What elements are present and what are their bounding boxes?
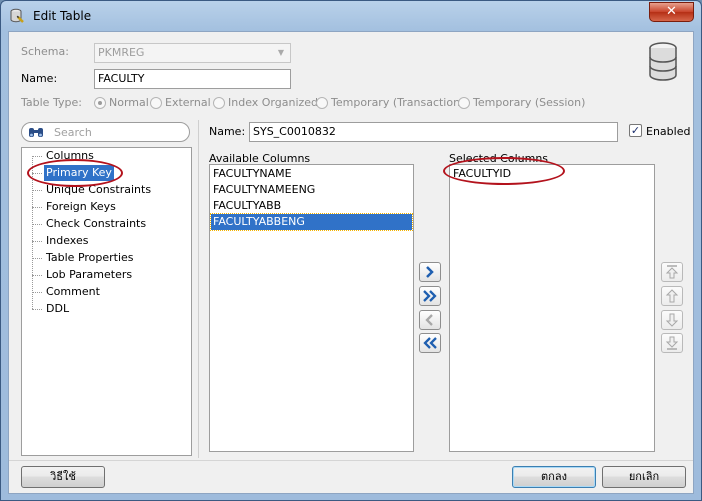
tree-connector — [32, 258, 42, 259]
available-columns-list[interactable]: FACULTYNAME FACULTYNAMEENG FACULTYABB FA… — [209, 164, 414, 452]
list-item-selected[interactable]: FACULTYABBENG — [210, 213, 413, 231]
nav-item-foreign-keys[interactable]: Foreign Keys — [44, 199, 118, 215]
list-item[interactable]: FACULTYABB — [211, 198, 412, 214]
enabled-checkbox[interactable]: ✓ — [629, 124, 642, 137]
radio-external[interactable]: External — [150, 96, 211, 109]
move-left-icon — [425, 314, 433, 326]
table-name-input[interactable]: FACULTY — [94, 69, 291, 89]
move-down-button[interactable] — [661, 310, 683, 330]
annotation-ellipse-selected-columns — [443, 157, 565, 185]
nav-item-comment[interactable]: Comment — [44, 284, 102, 300]
tree-connector — [32, 224, 42, 225]
tree-connector — [32, 190, 42, 191]
nav-item-ddl[interactable]: DDL — [44, 301, 71, 317]
annotation-ellipse-primary-key — [27, 159, 123, 187]
move-right-button[interactable] — [419, 262, 441, 282]
move-bottom-icon — [665, 336, 679, 350]
radio-label: Index Organized — [228, 96, 319, 109]
list-item[interactable]: FACULTYNAMEENG — [211, 182, 412, 198]
schema-value: PKMREG — [98, 46, 145, 59]
checkmark-icon: ✓ — [630, 124, 641, 137]
move-down-icon — [665, 313, 679, 327]
move-all-right-icon — [423, 290, 437, 302]
radio-dot — [316, 96, 328, 109]
edit-table-window: Edit Table ✕ Schema: PKMREG ▼ Name: FACU… — [0, 0, 702, 501]
database-icon — [649, 42, 677, 81]
panel-divider — [198, 120, 199, 458]
table-name-value: FACULTY — [98, 72, 145, 85]
close-button[interactable]: ✕ — [649, 2, 694, 22]
table-edit-icon — [10, 8, 24, 23]
radio-temporary-session[interactable]: Temporary (Session) — [458, 96, 585, 109]
help-button[interactable]: วิธีใช้ — [21, 466, 105, 488]
pk-name-input[interactable]: SYS_C0010832 — [249, 122, 618, 142]
nav-item-lob-parameters[interactable]: Lob Parameters — [44, 267, 134, 283]
radio-temporary-transaction[interactable]: Temporary (Transaction) — [316, 96, 464, 109]
ok-button[interactable]: ตกลง — [512, 466, 596, 488]
move-up-button[interactable] — [661, 286, 683, 306]
move-right-icon — [426, 266, 434, 278]
move-all-left-icon — [423, 337, 437, 349]
radio-label: External — [165, 96, 211, 109]
binoculars-icon — [29, 128, 43, 137]
tree-connector — [32, 156, 42, 157]
move-top-button[interactable] — [661, 262, 683, 282]
search-box[interactable] — [21, 122, 190, 142]
move-top-icon — [665, 265, 679, 279]
move-up-icon — [665, 289, 679, 303]
radio-dot — [150, 96, 162, 109]
selected-columns-list[interactable]: FACULTYID — [449, 164, 655, 452]
search-input[interactable] — [54, 125, 184, 139]
radio-dot-selected — [94, 96, 106, 109]
radio-label: Temporary (Session) — [473, 96, 586, 109]
chevron-down-icon: ▼ — [277, 48, 285, 57]
tree-connector — [32, 275, 42, 276]
pk-name-value: SYS_C0010832 — [253, 125, 336, 138]
window-title: Edit Table — [33, 9, 92, 23]
move-all-right-button[interactable] — [419, 286, 441, 306]
pk-name-label: Name: — [209, 125, 246, 138]
table-name-label: Name: — [21, 72, 58, 85]
footer-separator — [9, 460, 693, 461]
nav-item-table-properties[interactable]: Table Properties — [44, 250, 136, 266]
list-item[interactable]: FACULTYNAME — [211, 166, 412, 182]
dialog-body: Schema: PKMREG ▼ Name: FACULTY Table Typ… — [8, 31, 694, 494]
radio-label: Normal — [109, 96, 149, 109]
radio-index-organized[interactable]: Index Organized — [213, 96, 318, 109]
move-bottom-button[interactable] — [661, 333, 683, 353]
tree-connector — [32, 241, 42, 242]
tree-connector — [32, 207, 42, 208]
move-all-left-button[interactable] — [419, 333, 441, 353]
nav-tree: Columns Primary Key Unique Constraints F… — [21, 147, 192, 456]
tree-connector — [32, 309, 42, 310]
move-left-button[interactable] — [419, 310, 441, 330]
nav-item-indexes[interactable]: Indexes — [44, 233, 90, 249]
schema-combo: PKMREG ▼ — [94, 43, 291, 63]
cancel-button[interactable]: ยกเลิก — [602, 466, 686, 488]
title-bar[interactable]: Edit Table ✕ — [1, 1, 701, 31]
nav-item-check-constraints[interactable]: Check Constraints — [44, 216, 148, 232]
tree-connector — [32, 292, 42, 293]
radio-normal[interactable]: Normal — [94, 96, 149, 109]
enabled-label: Enabled — [646, 125, 691, 138]
radio-dot — [458, 96, 470, 109]
radio-dot — [213, 96, 225, 109]
radio-label: Temporary (Transaction) — [331, 96, 465, 109]
schema-label: Schema: — [21, 45, 69, 58]
table-type-label: Table Type: — [21, 96, 82, 109]
